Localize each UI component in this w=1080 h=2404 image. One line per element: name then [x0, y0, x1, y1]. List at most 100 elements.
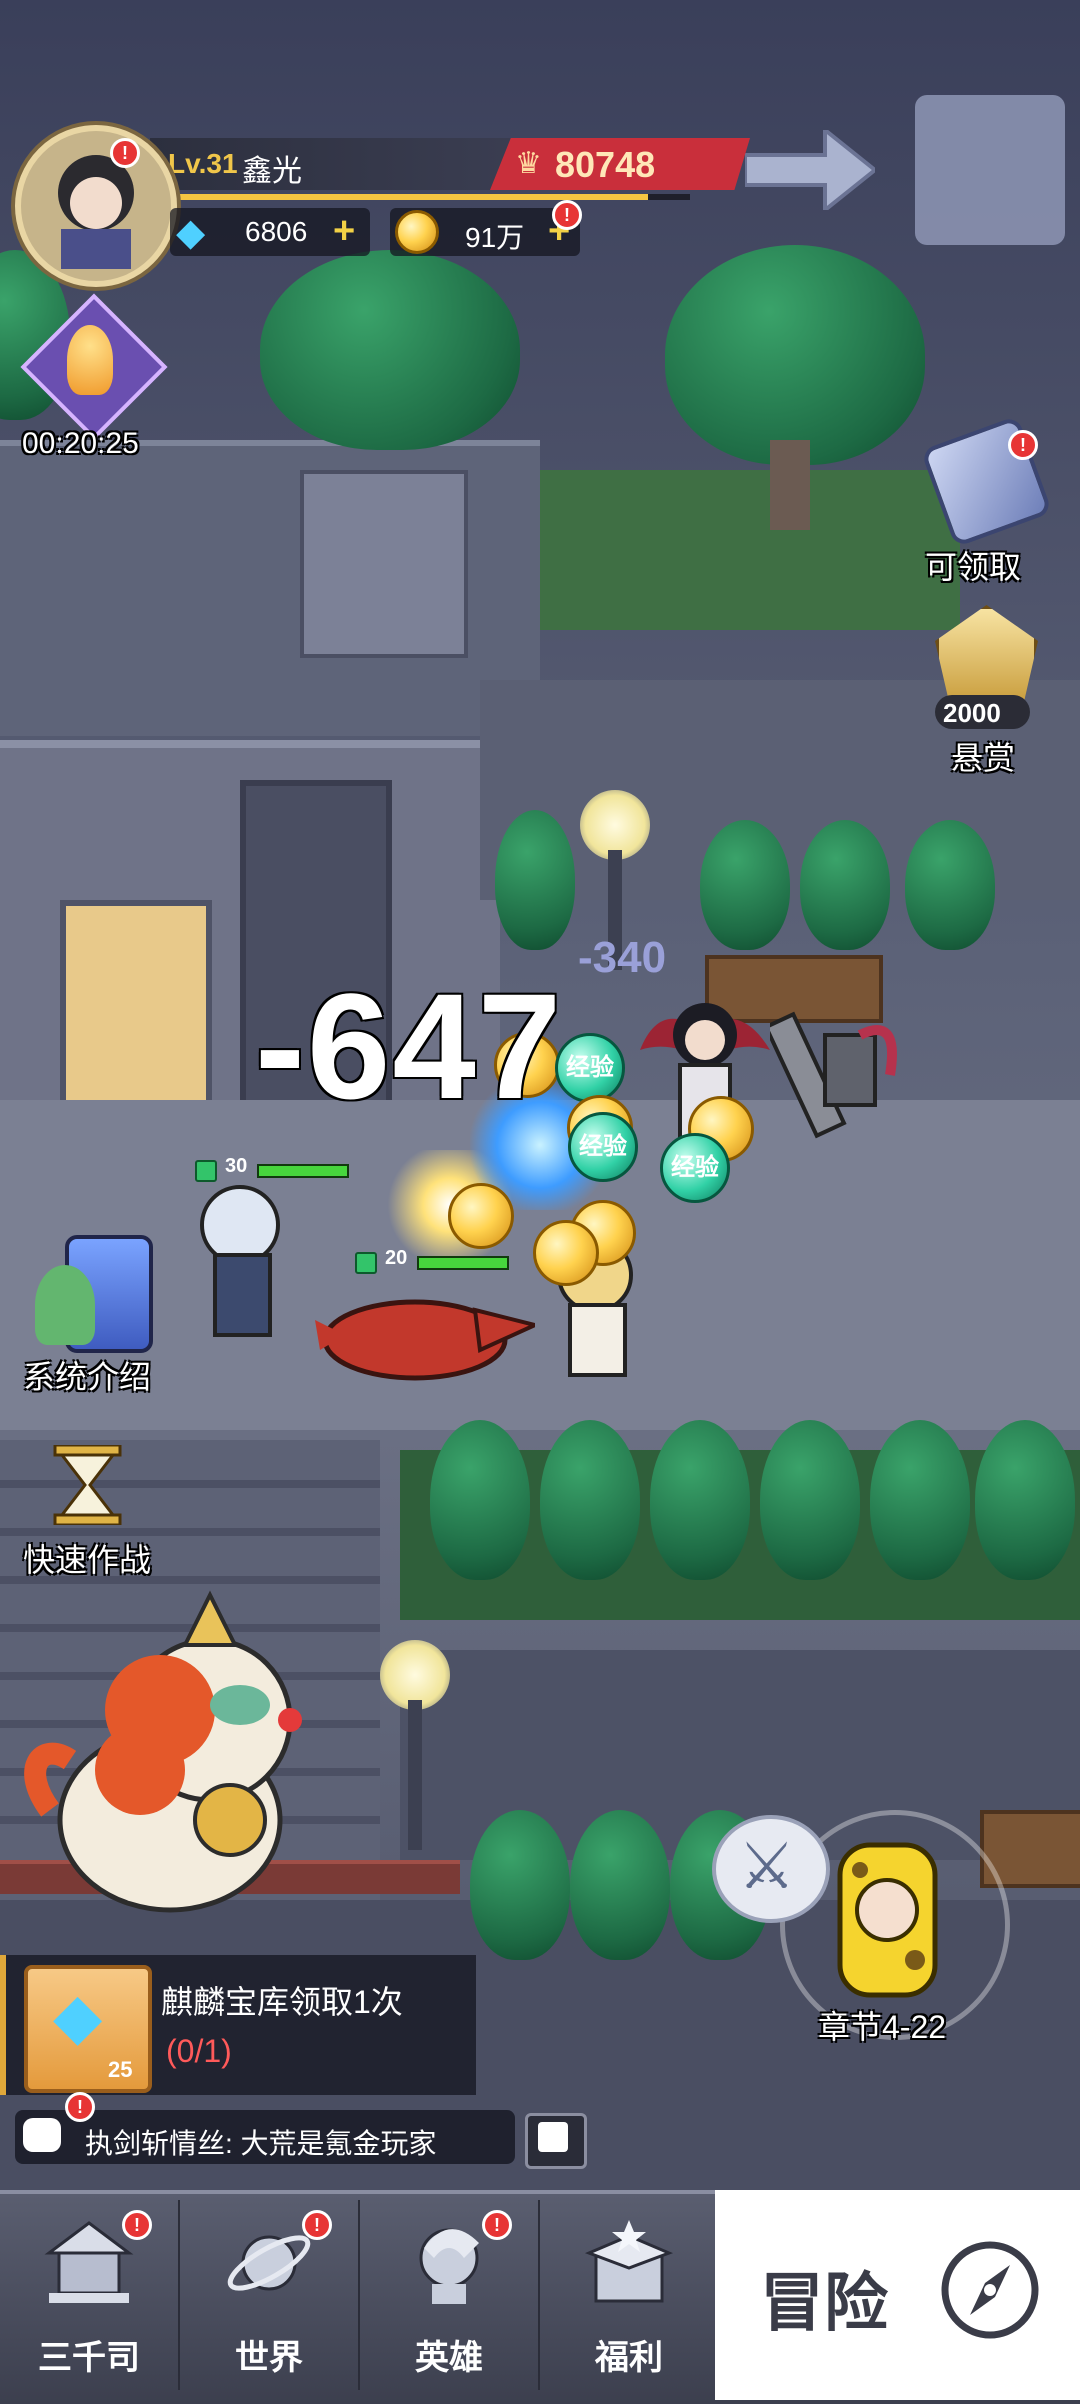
shrub — [570, 1810, 670, 1960]
emoji-face-icon — [538, 2122, 568, 2152]
shrub — [870, 1420, 970, 1580]
shrub — [540, 1420, 640, 1580]
nav-label: 世界 — [235, 2339, 303, 2377]
system-intro-label: 系统介绍 — [23, 1359, 152, 1395]
diamond-reward-icon: ◆ — [53, 1980, 103, 2052]
tree-trunk — [770, 440, 810, 530]
nav-alert-badge: ! — [302, 2210, 332, 2240]
nav-alert-badge: ! — [482, 2210, 512, 2240]
chat-alert-badge: ! — [65, 2092, 95, 2122]
hero-head-icon — [404, 2218, 494, 2308]
nav-label: 三千司 — [38, 2339, 140, 2377]
lotus-icon — [67, 325, 113, 395]
shield-level-icon — [355, 1252, 377, 1274]
street-sign — [915, 95, 1065, 245]
claim-label: 可领取 — [925, 549, 1022, 585]
quest-reward-icon: ◆ 25 — [24, 1965, 152, 2093]
chat-bubble-icon — [23, 2118, 61, 2152]
exp-orb: 经验 — [660, 1133, 730, 1203]
nav-label: 英雄 — [415, 2339, 483, 2377]
compass-icon — [935, 2235, 1045, 2345]
tree-top-left — [260, 250, 520, 450]
unit-hp-bar: 30 — [195, 1155, 349, 1182]
shrub — [650, 1420, 750, 1580]
gold-alert-badge: ! — [552, 200, 582, 230]
guide-girl-icon — [35, 1265, 95, 1345]
chat-bar[interactable]: ! 执剑斩情丝: 大荒是氪金玩家 — [15, 2092, 515, 2164]
shrub — [975, 1420, 1075, 1580]
red-wolf-pet — [305, 1280, 542, 1390]
unit-hp-bar: 20 — [355, 1247, 509, 1274]
avatar-alert-badge: ! — [110, 138, 140, 168]
shrub — [495, 810, 575, 950]
exp-orb-label: 经验 — [566, 1054, 614, 1081]
mech-enemy — [763, 995, 900, 1155]
player-info-bar[interactable]: Lv.31 鑫光 ♛ 80748 — [150, 138, 750, 200]
diamond-amount: 6806 — [245, 216, 308, 247]
reward-timer: 00:20:25 — [22, 427, 139, 460]
bounty-button[interactable]: 2000 悬赏 — [905, 600, 1060, 776]
auto-battle-toggle[interactable]: ⚔ — [712, 1815, 830, 1923]
exp-orb: 经验 — [568, 1112, 638, 1182]
quest-panel[interactable]: ◆ 25 麒麟宝库领取1次 (0/1) — [0, 1955, 476, 2095]
damage-number-large: -647 — [255, 962, 564, 1130]
temple-icon — [44, 2218, 134, 2308]
bounty-value: 2000 — [943, 698, 1001, 728]
diamond-counter[interactable]: ◆ 6806 + — [170, 208, 370, 256]
chat-emoji-button[interactable] — [525, 2113, 587, 2169]
timed-reward-button[interactable]: 00:20:25 — [20, 293, 168, 465]
gold-coin-icon — [395, 210, 439, 254]
shrub — [700, 820, 790, 950]
exp-orb-label: 经验 — [671, 1154, 719, 1181]
gift-box-icon — [584, 2218, 674, 2308]
power-icon: ♛ — [515, 147, 542, 180]
quest-title: 麒麟宝库领取1次 — [161, 1984, 403, 2020]
damage-number-small: -340 — [578, 933, 667, 982]
gold-amount: 91万 — [465, 222, 525, 253]
add-diamond-icon[interactable]: + — [333, 210, 355, 253]
claim-reward-button[interactable]: ! 可领取 — [910, 410, 1060, 585]
gold-coin-drop — [533, 1220, 599, 1286]
direction-arrow — [743, 125, 879, 215]
player-level: Lv.31 — [168, 148, 238, 179]
exp-progress-bar — [170, 194, 690, 200]
player-name: 鑫光 — [242, 155, 302, 188]
player-avatar[interactable] — [15, 125, 177, 287]
tree-top-right — [665, 245, 925, 465]
diamond-icon: ◆ — [176, 212, 206, 254]
combat-power: 80748 — [555, 144, 656, 185]
grass-patch — [540, 470, 960, 630]
shrub — [470, 1810, 570, 1960]
shield-level-icon — [195, 1160, 217, 1182]
lamp-post — [408, 1700, 422, 1850]
nav-sanqiansi[interactable]: ! 三千司 — [0, 2190, 178, 2400]
system-intro-button[interactable]: 系统介绍 — [15, 1230, 165, 1395]
nav-heroes[interactable]: ! 英雄 — [360, 2190, 538, 2400]
gold-coin-drop — [448, 1183, 514, 1249]
lit-window — [60, 900, 212, 1122]
hero-white-haired — [185, 1180, 295, 1350]
claim-alert-badge: ! — [1008, 430, 1038, 460]
planet-icon — [224, 2218, 314, 2308]
unit-level: 30 — [225, 1155, 248, 1177]
shrub — [905, 820, 995, 950]
roof-vent — [300, 470, 468, 658]
shrub — [430, 1420, 530, 1580]
unit-level: 20 — [385, 1247, 408, 1269]
qilin-statue — [20, 1590, 320, 1920]
nav-adventure-tab[interactable]: 冒险 — [715, 2190, 1080, 2400]
nav-welfare[interactable]: 福利 — [540, 2190, 718, 2400]
chat-message: 执剑斩情丝: 大荒是氪金玩家 — [85, 2128, 437, 2159]
shrub — [800, 820, 890, 950]
shrub — [760, 1420, 860, 1580]
quest-progress: (0/1) — [166, 2033, 232, 2069]
adventure-label: 冒险 — [760, 2267, 888, 2339]
reward-count: 25 — [108, 2057, 133, 2082]
crossed-swords-icon: ⚔ — [738, 1830, 796, 1902]
quick-battle-button[interactable]: 快速作战 — [15, 1440, 165, 1580]
nav-world[interactable]: ! 世界 — [180, 2190, 358, 2400]
nav-label: 福利 — [595, 2339, 663, 2377]
giraffe-costume-hero — [825, 1830, 950, 2000]
hp-fill — [257, 1164, 349, 1178]
pavilion-icon — [935, 605, 1038, 708]
